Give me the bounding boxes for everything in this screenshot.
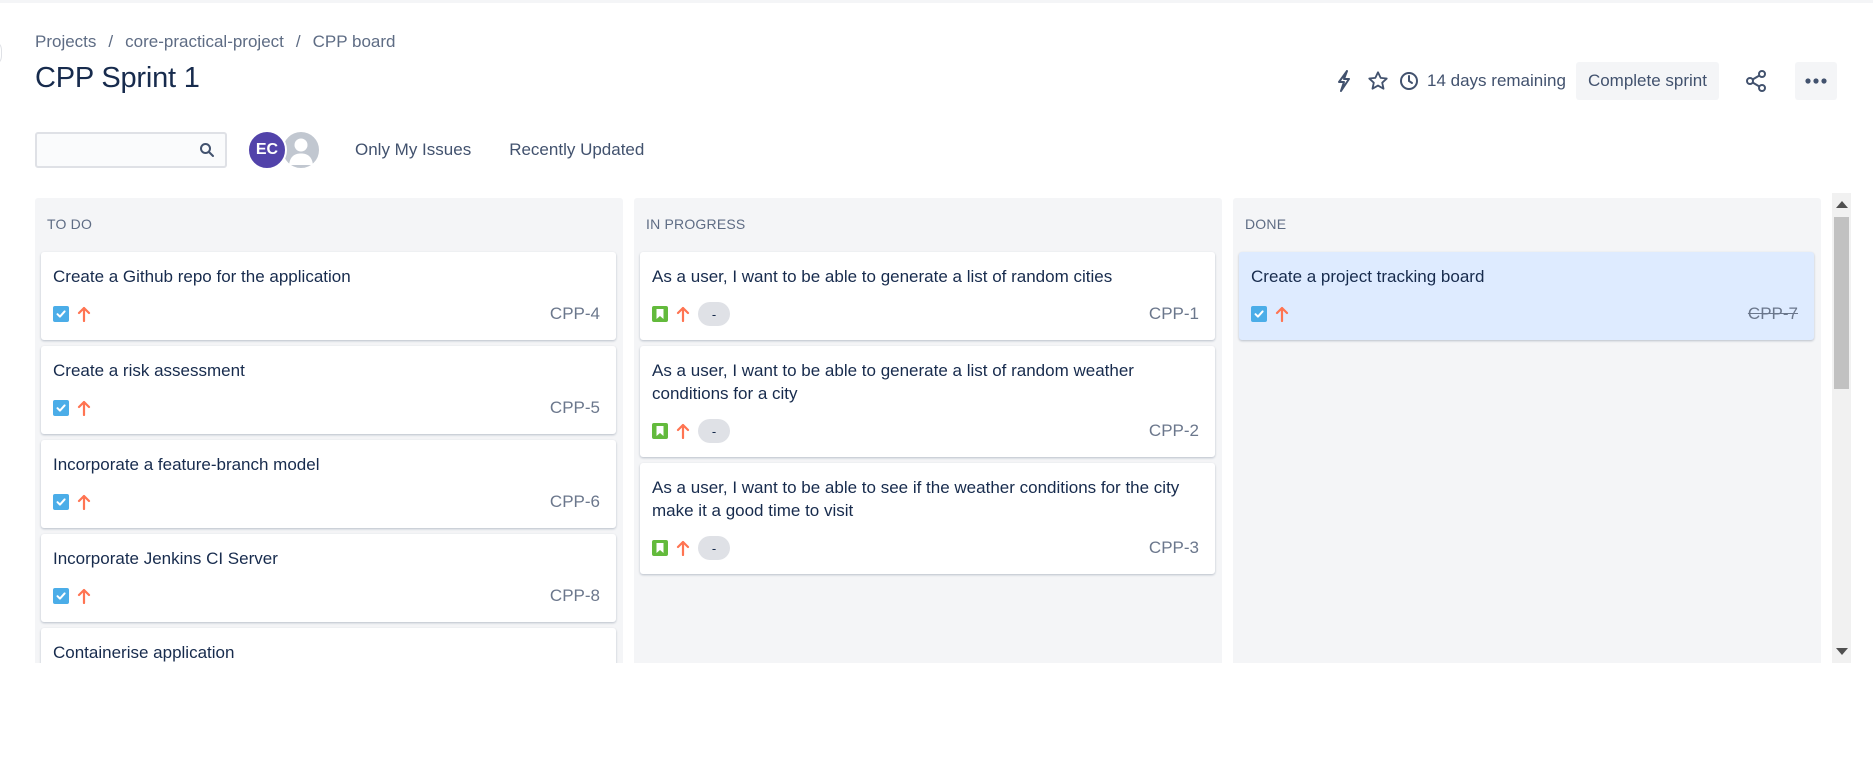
story-type-icon	[652, 540, 668, 556]
breadcrumb-project[interactable]: core-practical-project	[125, 32, 284, 52]
card-footer: CPP-6	[53, 490, 600, 514]
priority-high-icon	[676, 306, 690, 322]
card-summary: Incorporate a feature-branch model	[53, 455, 320, 474]
breadcrumb-projects[interactable]: Projects	[35, 32, 96, 52]
card-footer: - CPP-3	[652, 536, 1199, 560]
quick-filter-recently-updated[interactable]: Recently Updated	[509, 140, 644, 160]
card-summary: Create a risk assessment	[53, 361, 245, 380]
breadcrumb-separator: /	[108, 32, 114, 51]
column-done: DONE Create a project tracking board CPP…	[1233, 198, 1821, 663]
story-type-icon	[652, 306, 668, 322]
page-title: CPP Sprint 1	[35, 62, 200, 94]
card-summary: As a user, I want to be able to generate…	[652, 267, 1113, 286]
avatar[interactable]: EC	[247, 130, 287, 170]
issue-card[interactable]: Create a project tracking board CPP-7	[1239, 252, 1814, 340]
card-summary: As a user, I want to be able to generate…	[652, 361, 1134, 403]
days-remaining-label: 14 days remaining	[1427, 71, 1566, 90]
task-type-icon	[53, 494, 69, 510]
star-icon[interactable]	[1361, 64, 1395, 98]
unassigned-avatar-icon[interactable]	[281, 130, 321, 170]
header-actions: 14 days remaining Complete sprint	[1327, 62, 1837, 100]
issue-key[interactable]: CPP-6	[550, 492, 600, 512]
scroll-up-arrow-icon[interactable]	[1836, 201, 1848, 208]
column-in-progress: IN PROGRESS As a user, I want to be able…	[634, 198, 1222, 663]
story-type-icon	[652, 423, 668, 439]
sidebar-expand-handle[interactable]	[0, 40, 2, 66]
priority-high-icon	[676, 540, 690, 556]
issue-card[interactable]: Create a Github repo for the application…	[41, 252, 616, 340]
issue-key[interactable]: CPP-4	[550, 304, 600, 324]
column-header: TO DO	[47, 216, 93, 232]
issue-key[interactable]: CPP-3	[1149, 538, 1199, 558]
issue-key[interactable]: CPP-7	[1748, 304, 1798, 324]
search-icon	[199, 142, 215, 163]
card-summary: As a user, I want to be able to see if t…	[652, 478, 1180, 520]
priority-high-icon	[77, 400, 91, 416]
complete-sprint-button[interactable]: Complete sprint	[1575, 62, 1719, 100]
issue-key[interactable]: CPP-1	[1149, 304, 1199, 324]
card-summary: Create a Github repo for the application	[53, 267, 351, 286]
column-header: IN PROGRESS	[646, 216, 746, 232]
card-footer: - CPP-2	[652, 419, 1199, 443]
scrollbar-thumb[interactable]	[1834, 217, 1849, 389]
search-box	[35, 132, 227, 168]
quick-filter-only-my-issues[interactable]: Only My Issues	[355, 140, 471, 160]
column-header: DONE	[1245, 216, 1287, 232]
card-summary: Containerise application	[53, 643, 235, 662]
task-type-icon	[53, 400, 69, 416]
breadcrumb-board[interactable]: CPP board	[313, 32, 396, 52]
card-footer: CPP-5	[53, 396, 600, 420]
priority-high-icon	[676, 423, 690, 439]
card-footer: CPP-7	[1251, 302, 1798, 326]
clock-icon	[1400, 72, 1419, 90]
issue-key[interactable]: CPP-5	[550, 398, 600, 418]
board-scrollbar[interactable]	[1832, 193, 1851, 663]
issue-card[interactable]: Create a risk assessment CPP-5	[41, 346, 616, 434]
issue-card[interactable]: Containerise application	[41, 628, 616, 663]
issue-card[interactable]: Incorporate a feature-branch model CPP-6	[41, 440, 616, 528]
task-type-icon	[1251, 306, 1267, 322]
breadcrumb: Projects / core-practical-project / CPP …	[35, 32, 395, 52]
scroll-down-arrow-icon[interactable]	[1836, 648, 1848, 655]
issue-card[interactable]: As a user, I want to be able to see if t…	[640, 463, 1215, 574]
breadcrumb-separator: /	[295, 32, 301, 51]
epic-badge: -	[698, 536, 730, 560]
task-type-icon	[53, 306, 69, 322]
priority-high-icon	[1275, 306, 1289, 322]
card-footer: - CPP-1	[652, 302, 1199, 326]
share-icon[interactable]	[1739, 64, 1773, 98]
epic-badge: -	[698, 419, 730, 443]
assignee-avatars: EC	[247, 130, 321, 170]
days-remaining: 14 days remaining	[1399, 71, 1566, 91]
top-edge	[0, 0, 1873, 3]
card-footer: CPP-4	[53, 302, 600, 326]
task-type-icon	[53, 588, 69, 604]
filter-bar: EC Only My Issues Recently Updated	[35, 130, 644, 170]
issue-key[interactable]: CPP-8	[550, 586, 600, 606]
priority-high-icon	[77, 306, 91, 322]
card-summary: Create a project tracking board	[1251, 267, 1485, 286]
card-summary: Incorporate Jenkins CI Server	[53, 549, 278, 568]
priority-high-icon	[77, 588, 91, 604]
search-input[interactable]	[37, 134, 197, 166]
card-footer: CPP-8	[53, 584, 600, 608]
issue-card[interactable]: As a user, I want to be able to generate…	[640, 346, 1215, 457]
issue-card[interactable]: Incorporate Jenkins CI Server CPP-8	[41, 534, 616, 622]
automation-icon[interactable]	[1327, 64, 1361, 98]
priority-high-icon	[77, 494, 91, 510]
epic-badge: -	[698, 302, 730, 326]
column-todo: TO DO Create a Github repo for the appli…	[35, 198, 623, 663]
issue-key[interactable]: CPP-2	[1149, 421, 1199, 441]
more-icon[interactable]	[1795, 62, 1837, 100]
issue-card[interactable]: As a user, I want to be able to generate…	[640, 252, 1215, 340]
